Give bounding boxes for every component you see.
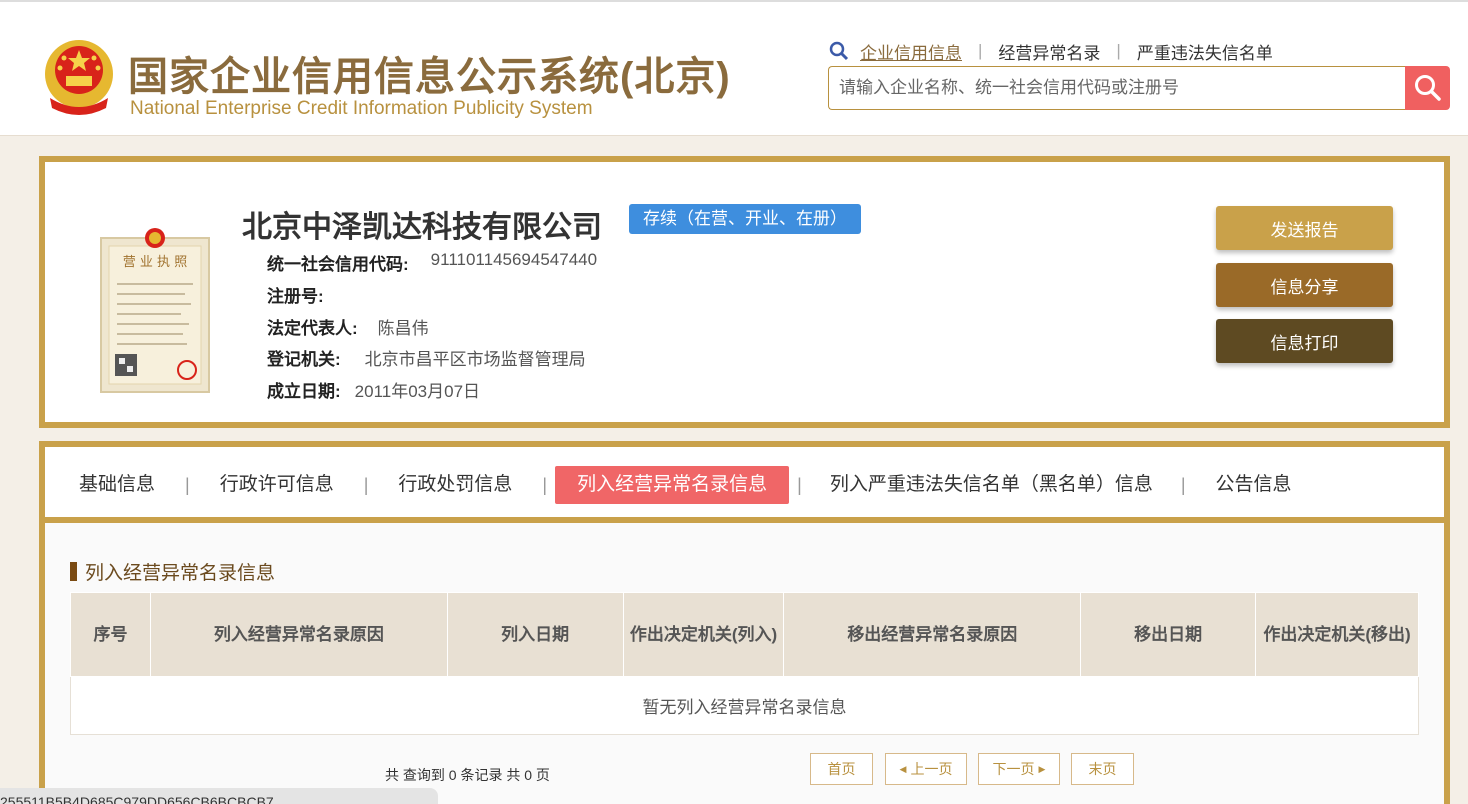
pager-prev-label: 上一页 (910, 761, 953, 777)
share-info-button[interactable]: 信息分享 (1216, 263, 1393, 307)
tab-announcements[interactable]: 公告信息 (1194, 466, 1314, 504)
col-listing-authority: 作出决定机关(列入) (622, 592, 785, 677)
col-listing-date: 列入日期 (446, 592, 624, 677)
table-header-row: 序号 列入经营异常名录原因 列入日期 作出决定机关(列入) 移出经营异常名录原因… (70, 592, 1419, 677)
company-card: 营 业 执 照 北京中泽凯达科技有限公司 存续（在营、开业、在册） 统一社会信用… (39, 156, 1450, 428)
pager-summary: 共 查询到 0 条记录 共 0 页 (385, 767, 550, 783)
svg-text:营 业 执 照: 营 业 执 照 (123, 255, 187, 270)
info-value: 北京市昌平区市场监督管理局 (364, 350, 586, 369)
col-index: 序号 (70, 592, 151, 677)
tab-admin-penalty[interactable]: 行政处罚信息 (376, 466, 534, 504)
detail-panel: 基础信息 | 行政许可信息 | 行政处罚信息 | 列入经营异常名录信息 | 列入… (39, 441, 1450, 804)
tab-bar: 基础信息 | 行政许可信息 | 行政处罚信息 | 列入经营异常名录信息 | 列入… (45, 453, 1444, 523)
abnormal-list-table: 序号 列入经营异常名录原因 列入日期 作出决定机关(列入) 移出经营异常名录原因… (70, 592, 1419, 735)
status-badge: 存续（在营、开业、在册） (629, 204, 861, 234)
site-header: 国家企业信用信息公示系统(北京) National Enterprise Cre… (0, 0, 1468, 136)
business-license-image: 营 业 执 照 (100, 228, 210, 393)
pager-next-button[interactable]: 下一页 ▶ (978, 753, 1060, 785)
company-name: 北京中泽凯达科技有限公司 (242, 211, 602, 244)
site-title: 国家企业信用信息公示系统(北京) (128, 55, 731, 99)
info-value: 2011年03月07日 (354, 382, 481, 401)
info-row-authority: 登记机关: 北京市昌平区市场监督管理局 (267, 345, 586, 370)
tab-content: 列入经营异常名录信息 序号 列入经营异常名录原因 列入日期 作出决定机关(列入)… (45, 523, 1444, 804)
info-row-established: 成立日期: 2011年03月07日 (267, 377, 480, 402)
pager-prev-button[interactable]: ◀ 上一页 (885, 753, 967, 785)
site-subtitle: National Enterprise Credit Information P… (130, 98, 593, 119)
top-links: 企业信用信息 | 经营异常名录 | 严重违法失信名单 (828, 39, 1273, 64)
table-row: 暂无列入经营异常名录信息 (70, 676, 1419, 735)
pager-next-label: 下一页 (992, 761, 1035, 777)
link-separator: | (1116, 41, 1121, 60)
section-title: 列入经营异常名录信息 (70, 558, 275, 585)
bottom-hash-chip: 255511B5B4D685C979DD656CB6BCBCB7 (0, 788, 438, 804)
col-removal-authority: 作出决定机关(移出) (1255, 592, 1419, 677)
info-label: 注册号: (267, 287, 324, 306)
tab-blacklist[interactable]: 列入严重违法失信名单（黑名单）信息 (810, 466, 1173, 504)
col-removal-reason: 移出经营异常名录原因 (783, 592, 1082, 677)
magnifier-icon (829, 41, 849, 61)
info-value: 陈昌伟 (377, 319, 429, 338)
pager-last-button[interactable]: 末页 (1071, 753, 1134, 785)
link-blacklist[interactable]: 严重违法失信名单 (1137, 39, 1273, 64)
search-icon (1414, 75, 1441, 101)
tab-separator: | (363, 474, 369, 495)
link-abnormal-list[interactable]: 经营异常名录 (998, 39, 1100, 64)
search-input[interactable] (828, 66, 1406, 110)
info-row-registration-no: 注册号: (267, 282, 342, 307)
tab-admin-license[interactable]: 行政许可信息 (198, 466, 356, 504)
section-title-text: 列入经营异常名录信息 (85, 563, 276, 584)
send-report-button[interactable]: 发送报告 (1216, 206, 1393, 250)
col-removal-date: 移出日期 (1080, 592, 1257, 677)
section-marker (70, 562, 77, 581)
tab-basic-info[interactable]: 基础信息 (57, 466, 177, 504)
info-label: 统一社会信用代码: (267, 255, 409, 274)
print-info-button[interactable]: 信息打印 (1216, 319, 1393, 363)
tab-separator: | (797, 474, 802, 495)
pager-first-button[interactable]: 首页 (810, 753, 873, 785)
info-value: 911101145694547440 (430, 250, 598, 269)
info-label: 法定代表人: (267, 319, 358, 338)
search-button[interactable] (1405, 66, 1450, 110)
national-emblem-icon (45, 40, 113, 115)
caret-left-icon: ◀ (899, 763, 907, 774)
link-enterprise-credit[interactable]: 企业信用信息 (860, 39, 962, 64)
info-label: 成立日期: (267, 382, 341, 401)
tab-separator: | (542, 474, 548, 495)
col-listing-reason: 列入经营异常名录原因 (149, 592, 448, 677)
info-row-credit-code: 统一社会信用代码: 911101145694547440 (267, 250, 597, 275)
info-label: 登记机关: (267, 350, 341, 369)
empty-message: 暂无列入经营异常名录信息 (70, 676, 1419, 735)
tab-separator: | (1180, 474, 1186, 495)
info-row-legal-rep: 法定代表人: 陈昌伟 (267, 314, 429, 339)
link-separator: | (978, 41, 983, 60)
tab-abnormal-list[interactable]: 列入经营异常名录信息 (555, 466, 790, 504)
caret-right-icon: ▶ (1038, 763, 1046, 774)
tab-separator: | (185, 474, 190, 495)
